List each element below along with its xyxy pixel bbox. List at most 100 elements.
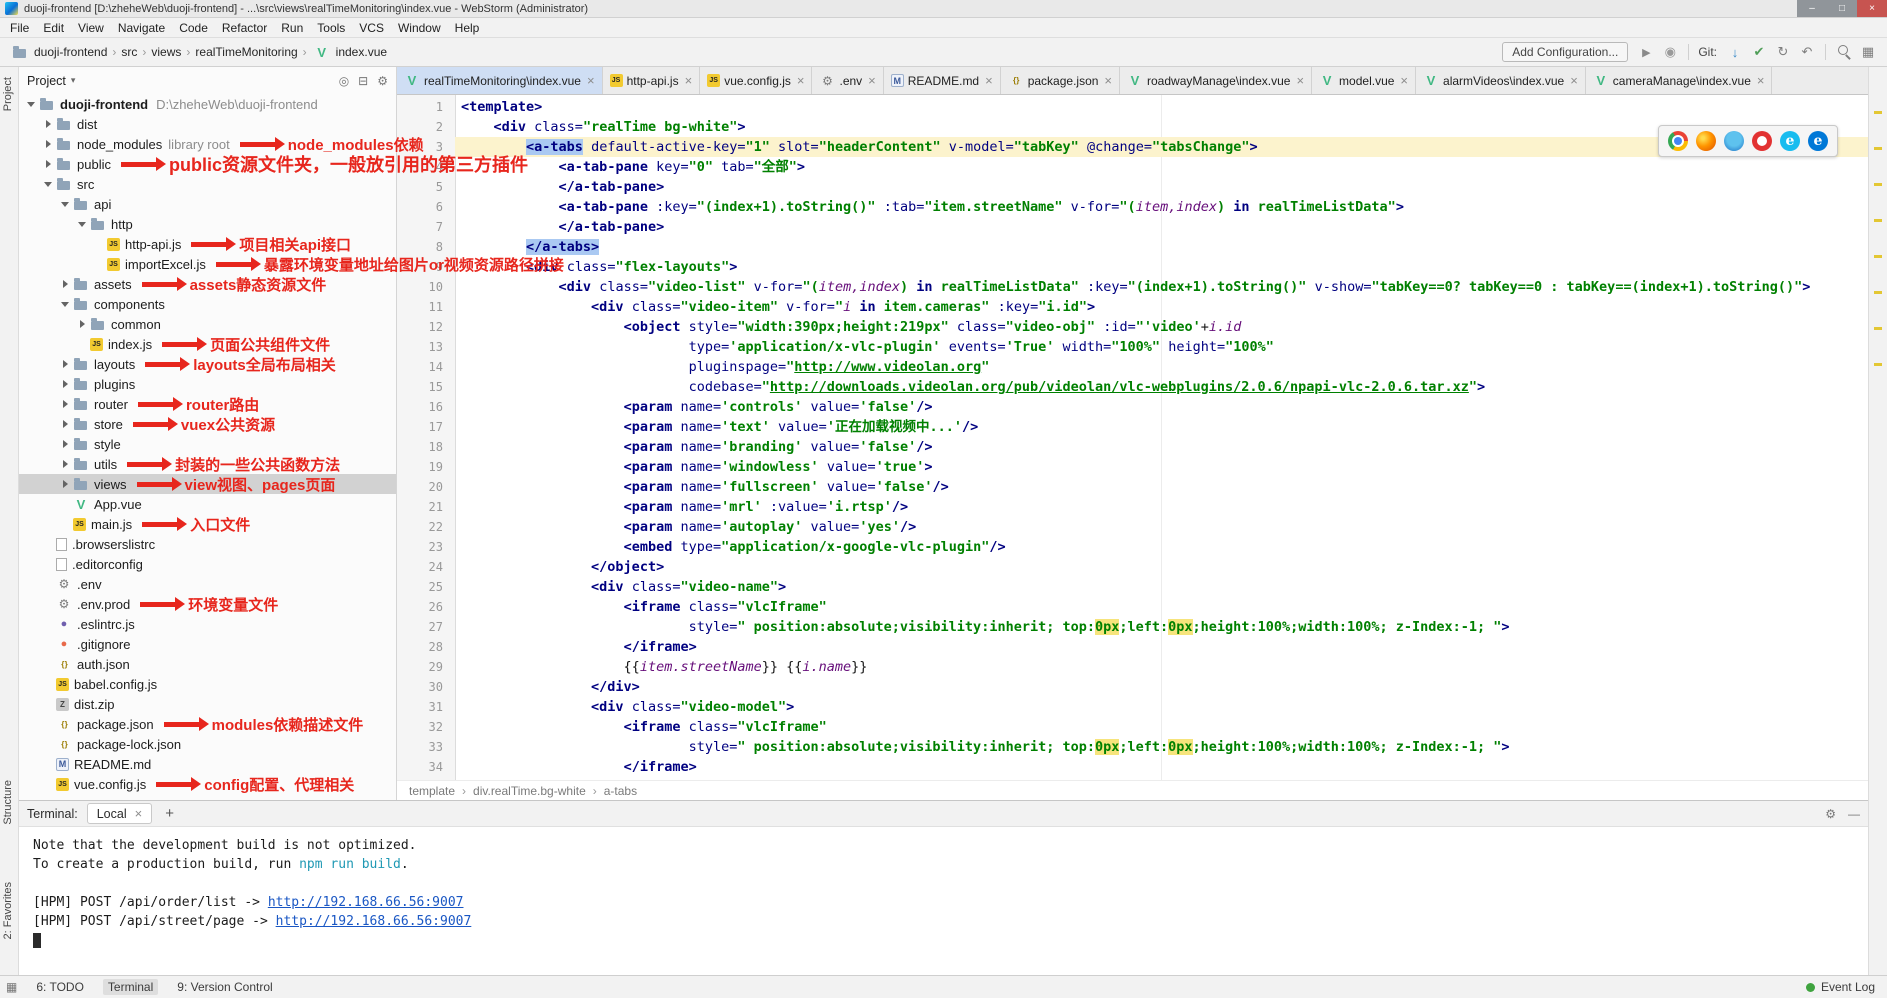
tree-item[interactable]: JShttp-api.js项目相关api接口 [19,234,396,254]
tree-item[interactable]: { }package-lock.json [19,734,396,754]
chevron-collapsed-icon[interactable] [59,280,71,288]
menu-vcs[interactable]: VCS [352,20,391,36]
firefox-browser-icon[interactable] [1696,131,1716,151]
breadcrumb-segment[interactable]: a-tabs [604,784,637,798]
maximize-button[interactable]: □ [1827,0,1857,17]
locate-icon[interactable]: ◎ [339,74,349,88]
menu-tools[interactable]: Tools [310,20,352,36]
tree-item[interactable]: ⚙.env.prod环境变量文件 [19,594,396,614]
close-tab-icon[interactable]: × [685,73,693,88]
chevron-collapsed-icon[interactable] [59,380,71,388]
tool-button-project[interactable]: Project [2,77,14,111]
tree-item[interactable]: viewsview视图、pages页面 [19,474,396,494]
tree-item[interactable]: dist [19,114,396,134]
code-line[interactable]: 7 </a-tab-pane> [397,217,1868,237]
tree-item[interactable]: plugins [19,374,396,394]
tree-item[interactable]: publicpublic资源文件夹，一般放引用的第三方插件 [19,154,396,174]
edge-browser-icon[interactable] [1808,131,1828,151]
close-tab-icon[interactable]: × [1104,73,1112,88]
code-line[interactable]: 22 <param name='autoplay' value='yes'/> [397,517,1868,537]
chevron-collapsed-icon[interactable] [76,320,88,328]
tree-item[interactable]: storevuex公共资源 [19,414,396,434]
git-rollback-icon[interactable]: ↶ [1798,43,1816,61]
add-configuration-button[interactable]: Add Configuration... [1502,42,1628,62]
code-line[interactable]: 34 </iframe> [397,757,1868,777]
git-update-icon[interactable]: ↓ [1726,43,1744,61]
code-line[interactable]: 3 <a-tabs default-active-key="1" slot="h… [397,137,1868,157]
menu-help[interactable]: Help [448,20,487,36]
close-tab-icon[interactable]: × [797,73,805,88]
code-line[interactable]: 29 {{item.streetName}} {{i.name}} [397,657,1868,677]
menu-code[interactable]: Code [172,20,215,36]
tree-item[interactable]: JSindex.js页面公共组件文件 [19,334,396,354]
tool-windows-icon[interactable]: ▦ [6,980,17,994]
code-line[interactable]: 20 <param name='fullscreen' value='false… [397,477,1868,497]
chevron-collapsed-icon[interactable] [59,480,71,488]
tree-item[interactable]: VApp.vue [19,494,396,514]
code-line[interactable]: 17 <param name='text' value='正在加载视频中...'… [397,417,1868,437]
tree-item[interactable]: utils封装的一些公共函数方法 [19,454,396,474]
code-line[interactable]: 14 pluginspage="http://www.videolan.org" [397,357,1868,377]
menu-view[interactable]: View [71,20,111,36]
close-terminal-tab-icon[interactable]: × [135,806,143,821]
chevron-expanded-icon[interactable] [59,202,71,207]
git-commit-icon[interactable]: ✔ [1750,43,1768,61]
terminal-settings-icon[interactable]: ⚙ [1825,807,1836,821]
menu-window[interactable]: Window [391,20,448,36]
editor-tab[interactable]: ⚙.env× [812,67,883,94]
code-line[interactable]: 31 <div class="video-model"> [397,697,1868,717]
breadcrumb-item[interactable]: views [151,45,181,59]
code-line[interactable]: 6 <a-tab-pane :key="(index+1).toString()… [397,197,1868,217]
code-line[interactable]: 26 <iframe class="vlcIframe" [397,597,1868,617]
editor-tab[interactable]: VcameraManage\index.vue× [1586,67,1773,94]
close-tab-icon[interactable]: × [1296,73,1304,88]
editor-tab[interactable]: VrealTimeMonitoring\index.vue× [397,67,603,94]
code-line[interactable]: 2 <div class="realTime bg-white"> [397,117,1868,137]
chevron-expanded-icon[interactable] [59,302,71,307]
code-line[interactable]: 13 type='application/x-vlc-plugin' event… [397,337,1868,357]
terminal-tab-local[interactable]: Local × [87,803,152,824]
tree-root-item[interactable]: duoji-frontendD:\zheheWeb\duoji-frontend [19,94,396,114]
breadcrumb-segment[interactable]: template [409,784,455,798]
tree-item[interactable]: http [19,214,396,234]
editor-tab[interactable]: JShttp-api.js× [603,67,701,94]
menu-refactor[interactable]: Refactor [215,20,274,36]
chevron-expanded-icon[interactable] [42,182,54,187]
minimize-button[interactable]: – [1797,0,1827,17]
tree-item[interactable]: JSbabel.config.js [19,674,396,694]
tree-item[interactable]: ●.gitignore [19,634,396,654]
code-line[interactable]: 11 <div class="video-item" v-for="i in i… [397,297,1868,317]
code-line[interactable]: 23 <embed type="application/x-google-vlc… [397,537,1868,557]
breadcrumb-item[interactable]: realTimeMonitoring [195,45,297,59]
event-log-button[interactable]: Event Log [1821,980,1875,994]
code-line[interactable]: 9 <div class="flex-layouts"> [397,257,1868,277]
chevron-collapsed-icon[interactable] [59,440,71,448]
tree-item[interactable]: JSmain.js入口文件 [19,514,396,534]
tree-item[interactable]: { }package.jsonmodules依赖描述文件 [19,714,396,734]
code-line[interactable]: 8 </a-tabs> [397,237,1868,257]
menu-file[interactable]: File [3,20,36,36]
close-button[interactable]: × [1857,0,1887,17]
tree-item[interactable]: .editorconfig [19,554,396,574]
tree-item[interactable]: JSimportExcel.js暴露环境变量地址给图片or视频资源路径拼接 [19,254,396,274]
tool-button-favorites[interactable]: 2: Favorites [2,882,14,939]
tree-item[interactable]: ●.eslintrc.js [19,614,396,634]
tree-item[interactable]: JSvue.config.jsconfig配置、代理相关 [19,774,396,794]
close-tab-icon[interactable]: × [868,73,876,88]
code-line[interactable]: 27 style=" position:absolute;visibility:… [397,617,1868,637]
chevron-expanded-icon[interactable] [76,222,88,227]
code-line[interactable]: 12 <object style="width:390px;height:219… [397,317,1868,337]
chrome-browser-icon[interactable] [1668,131,1688,151]
code-line[interactable]: 15 codebase="http://downloads.videolan.o… [397,377,1868,397]
opera-browser-icon[interactable] [1752,131,1772,151]
tree-item[interactable]: Zdist.zip [19,694,396,714]
close-tab-icon[interactable]: × [1757,73,1765,88]
code-line[interactable]: 28 </iframe> [397,637,1868,657]
code-line[interactable]: 1<template> [397,97,1868,117]
editor-tab[interactable]: { }package.json× [1001,67,1120,94]
chevron-collapsed-icon[interactable] [59,400,71,408]
terminal-output[interactable]: Note that the development build is not o… [19,827,1868,975]
settings-icon[interactable]: ▦ [1859,43,1877,61]
search-icon[interactable] [1835,43,1853,61]
chevron-collapsed-icon[interactable] [42,160,54,168]
